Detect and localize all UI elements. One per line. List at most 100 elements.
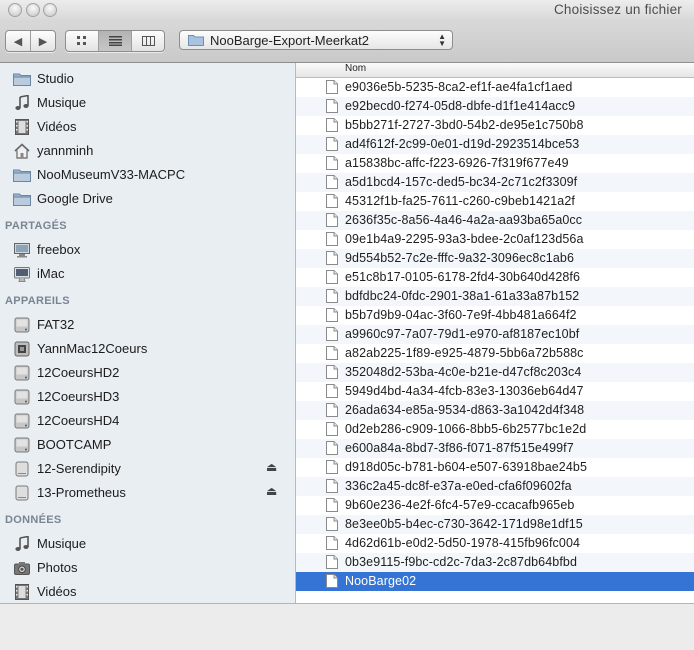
- section-title-shared: PARTAGÉS: [5, 220, 67, 232]
- forward-arrow-icon: ▶: [38, 35, 48, 48]
- file-row[interactable]: 352048d2-53ba-4c0e-b21e-d47cf8c203c4: [296, 363, 694, 382]
- disk-icon: [13, 437, 31, 453]
- file-name: a15838bc-affc-f223-6926-7f319f677e49: [345, 156, 569, 170]
- document-icon: [326, 213, 338, 227]
- file-row[interactable]: 26ada634-e85a-9534-d863-3a1042d4f348: [296, 401, 694, 420]
- minimize-button[interactable]: [26, 3, 40, 17]
- document-icon: [326, 194, 338, 208]
- sidebar-item-label: Musique: [37, 536, 87, 551]
- file-name: 9b60e236-4e2f-6fc4-57e9-ccacafb965eb: [345, 498, 575, 512]
- sidebar-item-noomuseumv33-macpc[interactable]: NooMuseumV33-MACPC: [0, 163, 295, 187]
- file-row[interactable]: 0d2eb286-c909-1066-8bb5-6b2577bc1e2d: [296, 420, 694, 439]
- file-row[interactable]: d918d05c-b781-b604-e507-63918bae24b5: [296, 458, 694, 477]
- sidebar-item-label: Musique: [37, 95, 87, 110]
- file-row-selected[interactable]: NooBarge02: [296, 572, 694, 591]
- sidebar-item-label: 12-Serendipity: [37, 461, 121, 476]
- file-row[interactable]: ad4f612f-2c99-0e01-d19d-2923514bce53: [296, 135, 694, 154]
- file-row[interactable]: 8e3ee0b5-b4ec-c730-3642-171d98e1df15: [296, 515, 694, 534]
- sidebar-item-label: iMac: [37, 266, 65, 281]
- file-row[interactable]: 9b60e236-4e2f-6fc4-57e9-ccacafb965eb: [296, 496, 694, 515]
- sidebar-item-musique[interactable]: Musique: [0, 91, 295, 115]
- file-row[interactable]: a82ab225-1f89-e925-4879-5bb6a72b588c: [296, 344, 694, 363]
- document-icon: [326, 308, 338, 322]
- file-row[interactable]: e51c8b17-0105-6178-2fd4-30b640d428f6: [296, 268, 694, 287]
- sidebar-item-photos[interactable]: Photos: [0, 556, 295, 580]
- section-title-data: DONNÉES: [5, 514, 62, 526]
- document-icon: [326, 232, 338, 246]
- column-header[interactable]: Nom: [296, 63, 694, 78]
- eject-icon[interactable]: ⏏: [266, 484, 277, 498]
- sidebar-item-yannminh[interactable]: yannminh: [0, 139, 295, 163]
- film-icon: [13, 119, 31, 135]
- document-icon: [326, 479, 338, 493]
- forward-button[interactable]: ▶: [31, 31, 55, 51]
- sidebar-item-imac[interactable]: iMac: [0, 262, 295, 286]
- imac-icon: [13, 266, 31, 282]
- sidebar-item-studio[interactable]: Studio: [0, 67, 295, 91]
- music-note-icon: [13, 95, 31, 111]
- sidebar-item-12coeurshd2[interactable]: 12CoeursHD2: [0, 361, 295, 385]
- file-name: b5bb271f-2727-3bd0-54b2-de95e1c750b8: [345, 118, 584, 132]
- sidebar-item-12-serendipity[interactable]: 12-Serendipity ⏏: [0, 457, 295, 481]
- document-icon: [326, 175, 338, 189]
- file-name: e51c8b17-0105-6178-2fd4-30b640d428f6: [345, 270, 581, 284]
- file-name: 352048d2-53ba-4c0e-b21e-d47cf8c203c4: [345, 365, 582, 379]
- sidebar-item-fat32[interactable]: FAT32: [0, 313, 295, 337]
- zoom-button[interactable]: [43, 3, 57, 17]
- file-row[interactable]: bdfdbc24-0fdc-2901-38a1-61a33a87b152: [296, 287, 694, 306]
- title-bar: Choisissez un fichier: [0, 0, 694, 22]
- sidebar-item-13-prometheus[interactable]: 13-Prometheus ⏏: [0, 481, 295, 505]
- file-row[interactable]: 5949d4bd-4a34-4fcb-83e3-13036eb64d47: [296, 382, 694, 401]
- file-name: NooBarge02: [345, 574, 417, 588]
- sidebar-item-12coeurshd4[interactable]: 12CoeursHD4: [0, 409, 295, 433]
- file-row[interactable]: a9960c97-7a07-79d1-e970-af8187ec10bf: [296, 325, 694, 344]
- file-name: 336c2a45-dc8f-e37a-e0ed-cfa6f09602fa: [345, 479, 572, 493]
- sidebar-item-bootcamp[interactable]: BOOTCAMP: [0, 433, 295, 457]
- document-icon: [326, 384, 338, 398]
- file-name: b5b7d9b9-04ac-3f60-7e9f-4bb481a664f2: [345, 308, 577, 322]
- document-icon: [326, 498, 338, 512]
- file-row[interactable]: e600a84a-8bd7-3f86-f071-87f515e499f7: [296, 439, 694, 458]
- back-button[interactable]: ◀: [6, 31, 31, 51]
- sidebar-item-musique[interactable]: Musique: [0, 532, 295, 556]
- document-icon: [326, 536, 338, 550]
- file-row[interactable]: 336c2a45-dc8f-e37a-e0ed-cfa6f09602fa: [296, 477, 694, 496]
- camera-icon: [13, 560, 31, 576]
- sidebar-item-label: 12CoeursHD2: [37, 365, 120, 380]
- grid-icon: [77, 36, 86, 45]
- file-row[interactable]: 2636f35c-8a56-4a46-4a2a-aa93ba65a0cc: [296, 211, 694, 230]
- sidebar-item-vid-os[interactable]: Vidéos: [0, 115, 295, 139]
- file-row[interactable]: a5d1bcd4-157c-ded5-bc34-2c71c2f3309f: [296, 173, 694, 192]
- file-row[interactable]: a15838bc-affc-f223-6926-7f319f677e49: [296, 154, 694, 173]
- file-name: 5949d4bd-4a34-4fcb-83e3-13036eb64d47: [345, 384, 584, 398]
- sidebar-item-vid-os[interactable]: Vidéos: [0, 580, 295, 603]
- folder-icon: [13, 167, 31, 183]
- close-button[interactable]: [8, 3, 22, 17]
- column-view-button[interactable]: [132, 31, 164, 51]
- document-icon: [326, 365, 338, 379]
- sidebar-item-label: freebox: [37, 242, 81, 257]
- sidebar-item-label: Vidéos: [37, 584, 77, 599]
- eject-icon[interactable]: ⏏: [266, 460, 277, 474]
- film-icon: [13, 584, 31, 600]
- sidebar-item-yannmac12coeurs[interactable]: YannMac12Coeurs: [0, 337, 295, 361]
- file-row[interactable]: 45312f1b-fa25-7611-c260-c9beb1421a2f: [296, 192, 694, 211]
- file-row[interactable]: 09e1b4a9-2295-93a3-bdee-2c0af123d56a: [296, 230, 694, 249]
- location-popup[interactable]: NooBarge-Export-Meerkat2 ▲ ▼: [179, 30, 453, 50]
- file-row[interactable]: e9036e5b-5235-8ca2-ef1f-ae4fa1cf1aed: [296, 78, 694, 97]
- sidebar-item-label: BOOTCAMP: [37, 437, 112, 452]
- list-view-button[interactable]: [99, 31, 132, 51]
- document-icon: [326, 80, 338, 94]
- file-name: 0b3e9115-f9bc-cd2c-7da3-2c87db64bfbd: [345, 555, 578, 569]
- file-row[interactable]: b5b7d9b9-04ac-3f60-7e9f-4bb481a664f2: [296, 306, 694, 325]
- document-icon: [326, 346, 338, 360]
- sidebar-item-google-drive[interactable]: Google Drive: [0, 187, 295, 211]
- file-row[interactable]: b5bb271f-2727-3bd0-54b2-de95e1c750b8: [296, 116, 694, 135]
- sidebar-item-12coeurshd3[interactable]: 12CoeursHD3: [0, 385, 295, 409]
- file-row[interactable]: e92becd0-f274-05d8-dbfe-d1f1e414acc9: [296, 97, 694, 116]
- icon-view-button[interactable]: [66, 31, 99, 51]
- file-row[interactable]: 4d62d61b-e0d2-5d50-1978-415fb96fc004: [296, 534, 694, 553]
- file-row[interactable]: 9d554b52-7c2e-fffc-9a32-3096ec8c1ab6: [296, 249, 694, 268]
- sidebar-item-freebox[interactable]: freebox: [0, 238, 295, 262]
- file-row[interactable]: 0b3e9115-f9bc-cd2c-7da3-2c87db64bfbd: [296, 553, 694, 572]
